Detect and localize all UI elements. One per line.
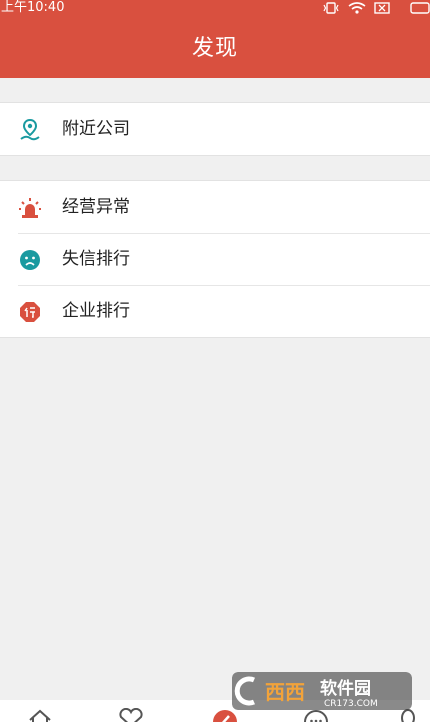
location-pin-icon (20, 118, 40, 141)
section-nearby: 附近公司 (0, 102, 430, 156)
list-item-nearby-companies[interactable]: 附近公司 (0, 103, 430, 155)
vibrate-icon (323, 2, 339, 14)
list-item-label: 附近公司 (62, 119, 130, 139)
wifi-icon (348, 2, 366, 14)
status-bar: 上午10:40 (0, 0, 430, 16)
cr173-watermark-logo: 西西 软件园 CR173.COM (232, 672, 412, 710)
status-time: 上午10:40 (1, 0, 65, 15)
battery-icon (410, 2, 430, 14)
list-item-label: 企业排行 (62, 301, 130, 321)
profile-icon[interactable] (396, 708, 420, 722)
alarm-light-icon (19, 198, 41, 218)
heart-icon[interactable] (118, 708, 144, 722)
home-icon[interactable] (28, 708, 52, 722)
svg-text:CR173.COM: CR173.COM (324, 699, 378, 709)
list-item-abnormal-operation[interactable]: 经营异常 (0, 181, 430, 233)
section-rankings: 经营异常 失信排行 企业排行 (0, 180, 430, 338)
hexagon-rank-icon (20, 302, 40, 322)
sim-card-icon (374, 2, 390, 14)
list-item-label: 失信排行 (62, 249, 130, 269)
chat-icon[interactable] (303, 708, 329, 722)
page-title: 发现 (191, 36, 238, 61)
header-bar: 上午10:40 发现 (0, 0, 430, 78)
list-item-enterprise-ranking[interactable]: 企业排行 (0, 285, 430, 337)
list-item-dishonesty-ranking[interactable]: 失信排行 (0, 233, 430, 285)
sad-face-icon (20, 250, 40, 270)
svg-text:软件园: 软件园 (320, 678, 371, 699)
discover-icon[interactable] (212, 708, 238, 722)
list-item-label: 经营异常 (62, 197, 130, 217)
svg-text:西西: 西西 (265, 680, 305, 704)
